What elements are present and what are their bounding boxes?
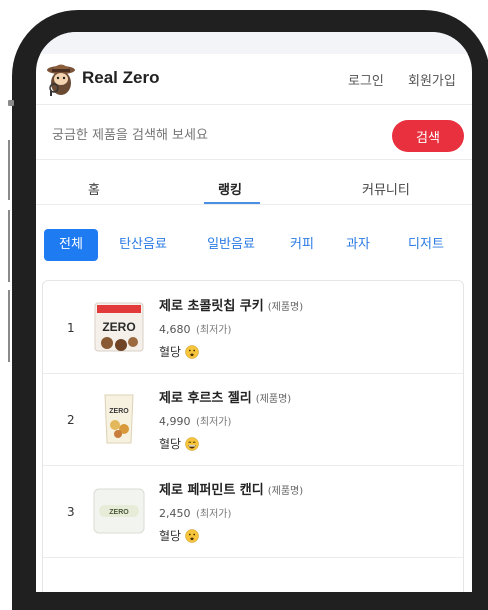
tab-home[interactable]: 홈 <box>88 179 100 198</box>
blood-sugar-label: 혈당 <box>159 529 182 543</box>
status-bar <box>36 32 472 54</box>
blood-sugar-label: 혈당 <box>159 437 182 451</box>
cookie-product-image: ZERO <box>94 302 144 352</box>
product-name[interactable]: 제로 후르츠 젤리 (제품명) <box>159 387 291 406</box>
svg-text:ZERO: ZERO <box>102 320 135 334</box>
detective-logo-icon[interactable] <box>46 61 76 97</box>
price-value: 4,990 <box>159 415 191 428</box>
svg-text:ZERO: ZERO <box>109 408 129 415</box>
app-header: Real Zero 로그인 회원가입 <box>36 54 472 104</box>
list-item[interactable]: 3 ZERO 제로 페퍼민트 캔디 (제품명) 2,450 (최저가) 혈당 <box>43 465 463 558</box>
product-price: 4,680 (최저가) <box>159 321 231 336</box>
rank-number: 2 <box>67 413 75 427</box>
jelly-product-image: ZERO <box>104 394 134 444</box>
product-name[interactable]: 제로 페퍼민트 캔디 (제품명) <box>159 479 303 498</box>
blood-sugar-indicator: 혈당 <box>159 435 199 452</box>
price-label: (최저가) <box>196 417 232 428</box>
category-bar: 전체 탄산음료 일반음료 커피 과자 디저트 <box>42 222 462 268</box>
blood-sugar-indicator: 혈당 <box>159 527 199 544</box>
product-tag: (제품명) <box>267 302 304 313</box>
blood-sugar-indicator: 혈당 <box>159 343 199 360</box>
category-coffee[interactable]: 커피 <box>282 229 322 261</box>
tab-community[interactable]: 커뮤니티 <box>362 179 410 198</box>
worried-face-icon <box>185 528 199 543</box>
side-button <box>8 290 10 362</box>
ranking-list: 1 ZERO 제로 초콜릿칩 쿠키 (제품명) 4,680 (최저가) 혈당 2… <box>42 280 464 592</box>
search-input[interactable] <box>52 128 372 143</box>
search-button[interactable]: 검색 <box>392 120 464 152</box>
app-brand[interactable]: Real Zero <box>82 68 159 88</box>
tabs-divider <box>36 204 472 205</box>
side-button <box>8 100 14 106</box>
product-name[interactable]: 제로 초콜릿칩 쿠키 (제품명) <box>159 295 303 314</box>
rank-number: 3 <box>67 505 75 519</box>
candy-product-image: ZERO <box>93 488 145 534</box>
app-screen: Real Zero 로그인 회원가입 검색 홈 랭킹 커뮤니티 전체 탄산음료 … <box>36 32 472 592</box>
product-title: 제로 초콜릿칩 쿠키 <box>159 299 264 314</box>
product-title: 제로 페퍼민트 캔디 <box>159 483 264 498</box>
side-button <box>8 210 10 282</box>
category-dessert[interactable]: 디저트 <box>398 229 454 261</box>
product-tag: (제품명) <box>255 394 292 405</box>
worried-face-icon <box>185 344 199 359</box>
svg-text:ZERO: ZERO <box>109 509 129 516</box>
price-label: (최저가) <box>196 325 232 336</box>
side-button <box>8 140 10 200</box>
product-title: 제로 후르츠 젤리 <box>159 391 252 406</box>
product-price: 4,990 (최저가) <box>159 413 231 428</box>
blood-sugar-label: 혈당 <box>159 345 182 359</box>
list-item[interactable]: 1 ZERO 제로 초콜릿칩 쿠키 (제품명) 4,680 (최저가) 혈당 <box>43 281 463 374</box>
header-divider <box>36 104 472 105</box>
signup-link[interactable]: 회원가입 <box>408 70 456 89</box>
list-item[interactable]: 2 ZERO 제로 후르츠 젤리 (제품명) 4,990 (최저가) 혈당 <box>43 373 463 466</box>
search-divider <box>36 159 472 160</box>
category-soda[interactable]: 탄산음료 <box>108 229 178 261</box>
category-drinks[interactable]: 일반음료 <box>196 229 266 261</box>
product-price: 2,450 (최저가) <box>159 505 231 520</box>
product-tag: (제품명) <box>267 486 304 497</box>
category-all[interactable]: 전체 <box>44 229 98 261</box>
tab-ranking[interactable]: 랭킹 <box>218 179 242 198</box>
price-value: 4,680 <box>159 323 191 336</box>
category-snacks[interactable]: 과자 <box>338 229 378 261</box>
login-link[interactable]: 로그인 <box>348 70 384 89</box>
rank-number: 1 <box>67 321 75 335</box>
grin-face-icon <box>185 436 199 451</box>
price-value: 2,450 <box>159 507 191 520</box>
price-label: (최저가) <box>196 509 232 520</box>
